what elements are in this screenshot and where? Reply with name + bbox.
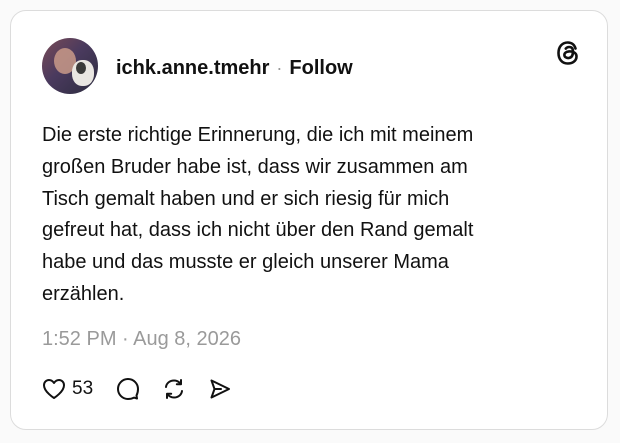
post-text-line: gefreut hat, dass ich nicht über den Ran… xyxy=(42,219,474,242)
reply-button[interactable] xyxy=(116,377,140,401)
post-header: ichk.anne.tmehr · Follow xyxy=(116,57,353,80)
header-separator: · xyxy=(276,58,283,78)
post-text-line: erzählen. xyxy=(42,282,125,305)
action-bar: 53 xyxy=(42,374,232,404)
post-text-line: großen Bruder habe ist, dass wir zusamme… xyxy=(42,155,468,178)
follow-button[interactable]: Follow xyxy=(289,57,352,80)
post-text-line: Tisch gemalt haben und er sich riesig fü… xyxy=(42,187,450,210)
post-text-line: habe und das musste er gleich unserer Ma… xyxy=(42,251,449,274)
send-icon xyxy=(210,379,231,399)
avatar[interactable] xyxy=(42,38,98,94)
like-count: 53 xyxy=(72,378,94,399)
post-text: Die erste richtige Erinnerung, die ich m… xyxy=(42,120,562,311)
heart-icon xyxy=(43,379,65,399)
post-card: ichk.anne.tmehr · Follow Die erste richt… xyxy=(10,10,608,430)
threads-logo-icon[interactable] xyxy=(554,39,582,67)
like-button[interactable]: 53 xyxy=(42,378,93,400)
avatar-cat-patch xyxy=(76,62,86,74)
repost-icon xyxy=(165,379,184,399)
comment-icon xyxy=(117,378,140,400)
post-text-line: Die erste richtige Erinnerung, die ich m… xyxy=(42,124,474,146)
share-button[interactable] xyxy=(208,377,232,401)
post-timestamp[interactable]: 1:52 PM · Aug 8, 2026 xyxy=(42,328,241,351)
repost-button[interactable] xyxy=(162,377,186,401)
username-link[interactable]: ichk.anne.tmehr xyxy=(116,57,269,80)
